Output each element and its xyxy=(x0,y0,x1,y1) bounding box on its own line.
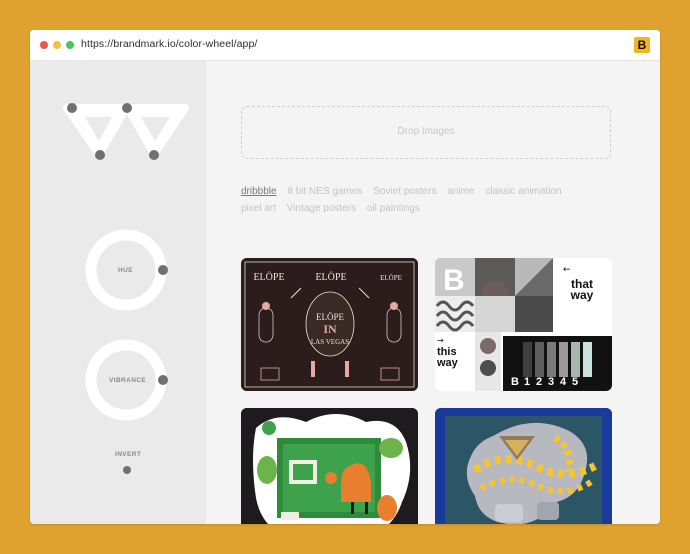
wheel-handle-2[interactable] xyxy=(122,103,132,113)
tag-dribbble[interactable]: dribbble xyxy=(241,183,277,200)
thumbnail-abstract[interactable] xyxy=(435,408,612,524)
elope-title-small: ELÖPE xyxy=(253,271,284,283)
tag-vintage-posters[interactable]: Vintage posters xyxy=(287,200,356,217)
abstract-artwork xyxy=(435,408,612,524)
swatch-number-2: 2 xyxy=(536,376,542,388)
image-source-tags: dribbble 8 bit NES games Soviet posters … xyxy=(241,183,621,217)
tag-anime[interactable]: anime xyxy=(447,183,474,200)
svg-text:way: way xyxy=(570,288,594,302)
swatch-number-1: 1 xyxy=(524,376,530,388)
elope-las-vegas-text: LAS VEGAS xyxy=(311,338,349,346)
browser-titlebar: https://brandmark.io/color-wheel/app/ B xyxy=(30,30,660,61)
wheel-handle-3[interactable] xyxy=(95,150,105,160)
swatch-number-5: 5 xyxy=(572,376,578,388)
browser-window: https://brandmark.io/color-wheel/app/ B xyxy=(30,30,660,524)
brandmark-extension-icon[interactable]: B xyxy=(634,37,650,53)
address-bar[interactable]: https://brandmark.io/color-wheel/app/ xyxy=(81,38,257,50)
hue-knob[interactable] xyxy=(158,265,168,275)
svg-text:way: way xyxy=(436,357,459,369)
close-window-button[interactable] xyxy=(40,41,48,49)
svg-text:←: ← xyxy=(563,265,571,275)
swatch-number-3: 3 xyxy=(548,376,554,388)
tag-classic-animation[interactable]: classic animation xyxy=(485,183,561,200)
that-way-big-b: B xyxy=(443,264,465,297)
svg-text:ELÖPE: ELÖPE xyxy=(315,271,346,283)
svg-text:ELÖPE: ELÖPE xyxy=(316,312,345,322)
invert-toggle[interactable] xyxy=(123,466,131,474)
tag-soviet-posters[interactable]: Soviet posters xyxy=(373,183,436,200)
minimize-window-button[interactable] xyxy=(53,41,61,49)
svg-text:B: B xyxy=(511,376,519,388)
that-way-artwork: B that way ← this way → B 1 2 3 4 5 xyxy=(435,258,612,391)
tag-oil-paintings[interactable]: oil paintings xyxy=(367,200,420,217)
elope-in-text: IN xyxy=(323,322,337,336)
image-dropzone[interactable]: Drop Images xyxy=(241,106,611,159)
svg-text:ELÖPE: ELÖPE xyxy=(380,274,402,282)
thumbnail-green-illustration[interactable] xyxy=(241,408,418,524)
elope-artwork: ELÖPE ELÖPE ELÖPE ELÖPE IN LAS VEGAS xyxy=(241,258,418,391)
tag-8bit-nes[interactable]: 8 bit NES games xyxy=(287,183,362,200)
vibrance-label: VIBRANCE xyxy=(109,377,147,384)
main-content: Drop Images dribbble 8 bit NES games Sov… xyxy=(206,61,660,524)
thumbnail-that-way[interactable]: B that way ← this way → B 1 2 3 4 5 xyxy=(435,258,612,391)
maximize-window-button[interactable] xyxy=(66,41,74,49)
invert-label: INVERT xyxy=(115,451,142,458)
thumbnail-elope-las-vegas[interactable]: ELÖPE ELÖPE ELÖPE ELÖPE IN LAS VEGAS xyxy=(241,258,418,391)
wheel-handle-4[interactable] xyxy=(149,150,159,160)
color-wheel-logo xyxy=(63,104,189,158)
swatch-number-4: 4 xyxy=(560,376,567,388)
control-sidebar: HUE VIBRANCE INVERT xyxy=(30,61,206,524)
tag-pixel-art[interactable]: pixel art xyxy=(241,200,276,217)
green-illustration-artwork xyxy=(241,408,418,524)
hue-label: HUE xyxy=(118,267,133,274)
wheel-handle-1[interactable] xyxy=(67,103,77,113)
svg-text:→: → xyxy=(437,336,444,345)
vibrance-knob[interactable] xyxy=(158,375,168,385)
